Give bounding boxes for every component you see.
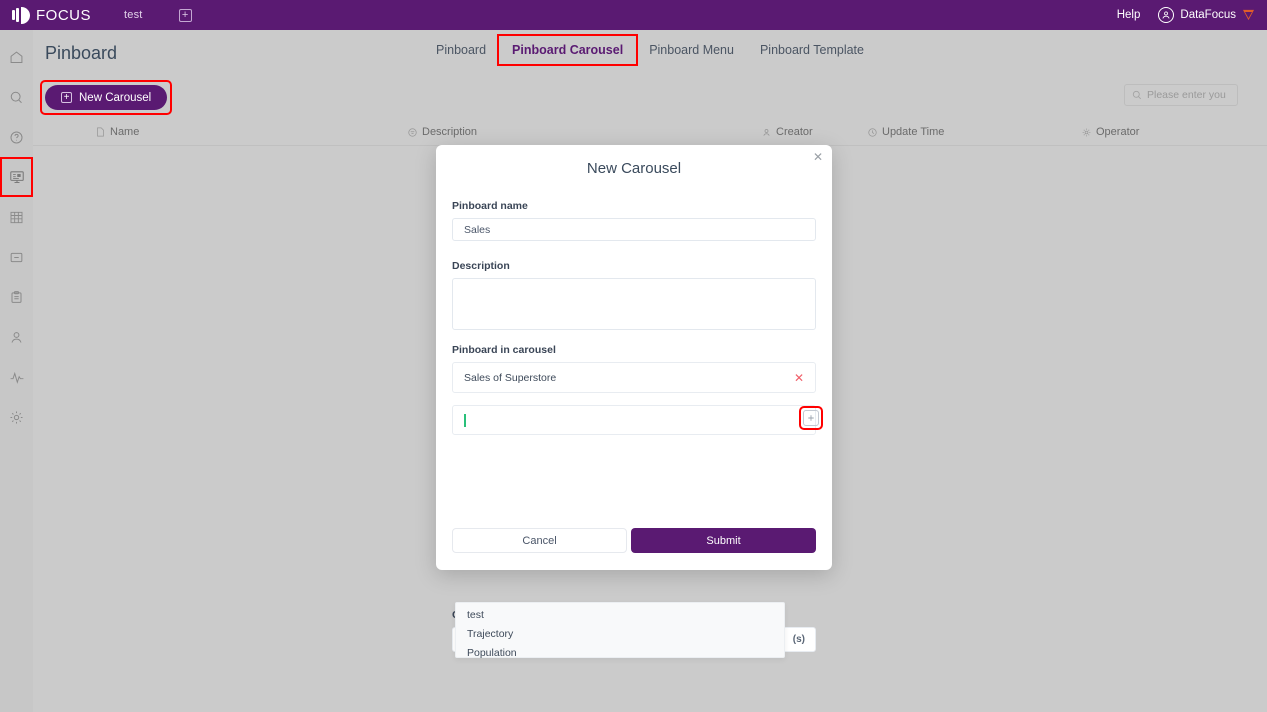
tab-pinboard-carousel[interactable]: Pinboard Carousel [497,34,639,66]
column-header-update-time[interactable]: Update Time [868,126,944,138]
column-label: Description [422,126,478,138]
column-header-description[interactable]: Description [408,126,477,138]
selected-pinboard-label: Sales of Superstore [464,371,557,384]
logo-text: FOCUS [36,6,91,24]
selected-pinboard-row: Sales of Superstore ✕ [452,362,816,393]
user-menu[interactable]: DataFocus [1158,7,1255,23]
sidebar-item-pinboard[interactable] [0,157,33,197]
tab-pinboard[interactable]: Pinboard [423,36,499,64]
suggestion-item-population[interactable]: Population [456,644,784,663]
pinboard-combobox-row [452,405,823,435]
tab-pinboard-template[interactable]: Pinboard Template [747,36,877,64]
app-root: FOCUS test + Help DataFocus Pinboard Pin… [0,0,1267,712]
dialog-footer: Cancel Submit [452,528,816,553]
sidebar-item-folder[interactable] [0,237,33,277]
pinboard-suggestion-dropdown: test Trajectory Population [455,602,785,659]
description-field[interactable] [452,278,816,330]
suggestion-item-test[interactable]: test [456,606,784,625]
table-header-row: Name Description Creator Update Time Ope… [33,120,1267,146]
tab-pinboard-menu[interactable]: Pinboard Menu [636,36,747,64]
search-placeholder: Please enter you [1147,89,1226,101]
pinboard-name-field[interactable]: Sales [452,218,816,241]
close-icon[interactable]: ✕ [813,151,823,163]
sidebar-item-user[interactable] [0,317,33,357]
new-carousel-button[interactable]: + New Carousel [45,85,168,110]
interval-unit-label: (s) [792,634,805,645]
column-label: Creator [776,126,813,138]
header-right-group: Help DataFocus [1117,7,1255,23]
plus-square-icon[interactable]: + [178,8,192,22]
dialog-body: Pinboard name Sales Description Pinboard… [436,177,832,435]
description-label: Description [452,260,510,272]
focus-logo-icon [12,6,30,24]
suggestion-item-trajectory[interactable]: Trajectory [456,625,784,644]
new-carousel-label: New Carousel [79,91,152,104]
text-cursor [464,413,466,427]
column-header-name[interactable]: Name [96,126,139,138]
column-label: Operator [1096,126,1140,138]
add-pinboard-highlight [799,406,823,430]
sidebar-item-help[interactable] [0,117,33,157]
shield-drop-icon [1242,9,1255,21]
page-nav-tabs: Pinboard Pinboard Carousel Pinboard Menu… [33,30,1267,70]
app-logo[interactable]: FOCUS [12,6,91,24]
comment-icon [408,127,417,137]
dialog-title: New Carousel [586,160,682,177]
pinboard-name-label: Pinboard name [452,200,528,212]
user-icon [762,128,771,137]
new-carousel-dialog: ✕ New Carousel Pinboard name Sales Descr… [436,145,832,659]
search-input[interactable]: Please enter you [1124,84,1238,106]
column-header-operator[interactable]: Operator [1082,126,1139,138]
cancel-button[interactable]: Cancel [452,528,628,553]
column-label: Update Time [882,126,945,138]
search-icon [1132,90,1142,100]
file-icon [96,127,105,137]
left-sidebar-rail [0,30,33,712]
submit-button[interactable]: Submit [631,528,816,553]
pinboard-in-carousel-label: Pinboard in carousel [452,344,556,356]
sidebar-item-search[interactable] [0,77,33,117]
sidebar-item-activity[interactable] [0,357,33,397]
new-carousel-highlight: + New Carousel [39,80,173,115]
column-header-creator[interactable]: Creator [762,126,813,138]
help-link[interactable]: Help [1117,9,1141,21]
add-pinboard-button[interactable] [803,410,819,426]
sidebar-item-home[interactable] [0,37,33,77]
clock-icon [868,127,877,137]
plus-square-icon: + [61,92,72,103]
user-name: DataFocus [1180,9,1236,21]
user-circle-icon [1158,7,1175,23]
sidebar-item-clipboard[interactable] [0,277,33,317]
remove-pinboard-icon[interactable]: ✕ [794,371,804,385]
column-label: Name [110,126,140,138]
sidebar-item-table[interactable] [0,197,33,237]
page-toolbar: + New Carousel Please enter you [33,78,1267,120]
sidebar-item-settings[interactable] [0,397,33,437]
pinboard-combobox-input[interactable] [452,405,816,435]
gear-icon [1082,128,1091,137]
workspace-tab-test[interactable]: test [124,9,143,21]
top-header-bar: FOCUS test + Help DataFocus [0,0,1267,30]
